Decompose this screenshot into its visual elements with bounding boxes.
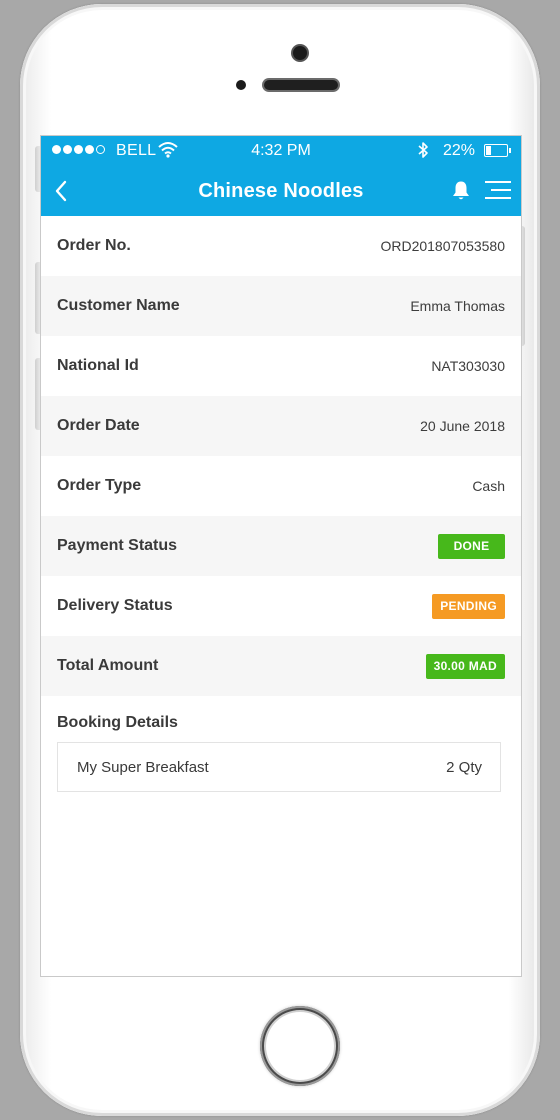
order-date-row: Order Date 20 June 2018: [41, 396, 521, 456]
battery-level: [486, 146, 491, 155]
order-type-row: Order Type Cash: [41, 456, 521, 516]
delivery-status-badge: PENDING: [432, 593, 505, 619]
order-number-label: Order No.: [57, 237, 131, 254]
front-camera: [293, 46, 307, 60]
total-amount-row: Total Amount 30.00 MAD: [41, 636, 521, 696]
page-title: Chinese Noodles: [198, 180, 364, 202]
booking-item[interactable]: My Super Breakfast 2 Qty: [57, 742, 501, 792]
national-id-label: National Id: [57, 357, 139, 374]
customer-name-label: Customer Name: [57, 297, 180, 314]
order-number-value: ORD201807053580: [380, 238, 505, 254]
national-id-row: National Id NAT303030: [41, 336, 521, 396]
order-details: Order No. ORD201807053580 Customer Name …: [41, 216, 521, 696]
app-header: BELL 4:32 PM 22% Chinese Noodles: [41, 136, 521, 216]
customer-name-row: Customer Name Emma Thomas: [41, 276, 521, 336]
payment-status-label: Payment Status: [57, 537, 178, 554]
order-date-value: 20 June 2018: [420, 418, 505, 434]
battery-percent: 22%: [443, 142, 476, 159]
payment-status-badge: DONE: [438, 533, 505, 559]
total-amount-label: Total Amount: [57, 657, 159, 674]
order-number-row: Order No. ORD201807053580: [41, 216, 521, 276]
app-screen: BELL 4:32 PM 22% Chinese Noodles Order N…: [40, 135, 522, 977]
home-button[interactable]: [260, 1006, 340, 1086]
status-bar: BELL 4:32 PM 22%: [41, 136, 521, 166]
order-type-value: Cash: [472, 478, 505, 494]
order-type-label: Order Type: [57, 477, 142, 494]
earpiece-speaker: [264, 80, 338, 90]
national-id-value: NAT303030: [431, 358, 505, 374]
proximity-sensor: [236, 80, 246, 90]
payment-status-row: Payment Status DONE: [41, 516, 521, 576]
bell-icon[interactable]: [451, 180, 471, 202]
booking-item-name: My Super Breakfast: [77, 758, 209, 776]
battery-icon: [484, 144, 511, 157]
order-date-label: Order Date: [57, 417, 140, 434]
nav-bar: Chinese Noodles: [41, 166, 521, 216]
booking-details-title: Booking Details: [57, 714, 178, 731]
customer-name-value: Emma Thomas: [410, 298, 505, 314]
delivery-status-row: Delivery Status PENDING: [41, 576, 521, 636]
booking-item-quantity: 2 Qty: [446, 758, 482, 776]
menu-icon[interactable]: [485, 180, 511, 200]
total-amount-badge: 30.00 MAD: [425, 653, 505, 679]
bluetooth-icon: [418, 142, 428, 158]
delivery-status-label: Delivery Status: [57, 597, 173, 614]
